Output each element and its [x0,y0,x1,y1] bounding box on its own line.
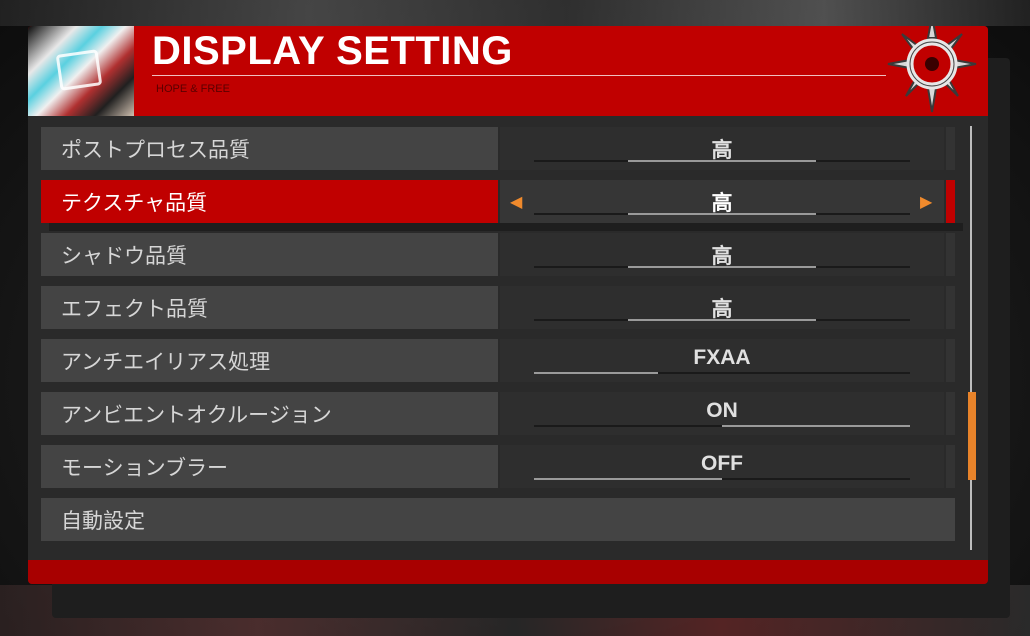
setting-label: ポストプロセス品質 [61,138,250,162]
setting-level-track [534,160,910,162]
background-top [0,0,1030,26]
title-divider [152,75,886,76]
panel-footer [28,560,988,584]
settings-list: ポストプロセス品質 高 テクスチャ品質 ◀ 高 ▶ シャドウ品質 高 エフェクト… [41,127,963,547]
auto-setting-label: 自動設定 [61,509,145,533]
header-artwork [28,26,134,116]
setting-row-post-process[interactable]: ポストプロセス品質 高 [41,127,955,170]
setting-row-antialiasing[interactable]: アンチエイリアス処理 FXAA [41,339,955,382]
setting-value: ON [706,399,738,422]
setting-level-track [534,319,910,321]
scrollbar-track[interactable] [970,126,972,550]
setting-label: テクスチャ品質 [61,191,208,215]
right-arrow-icon[interactable]: ▶ [920,192,932,211]
setting-value: FXAA [693,346,751,369]
setting-row-texture[interactable]: テクスチャ品質 ◀ 高 ▶ [41,180,963,231]
setting-level-track [534,478,910,480]
auto-setting-button[interactable]: 自動設定 [41,498,955,541]
setting-label: アンビエントオクルージョン [61,403,332,427]
crosshair-emblem-icon [887,26,977,113]
setting-value: OFF [701,452,743,475]
setting-row-motion-blur[interactable]: モーションブラー OFF [41,445,955,488]
scrollbar-thumb[interactable] [968,392,976,480]
setting-label: エフェクト品質 [61,297,208,321]
settings-panel: DISPLAY SETTING HOPE & FREE ポストプロセス品質 高 [28,26,988,584]
panel-header: DISPLAY SETTING HOPE & FREE [28,26,988,116]
setting-level-track [534,266,910,268]
page-subtitle: HOPE & FREE [156,83,230,95]
setting-label: シャドウ品質 [61,244,187,268]
setting-row-shadow[interactable]: シャドウ品質 高 [41,233,955,276]
setting-label: モーションブラー [61,456,228,480]
setting-level-track [534,372,910,374]
setting-level-track [534,425,910,427]
page-title: DISPLAY SETTING [152,29,513,73]
setting-level-track [534,213,910,215]
setting-row-effect[interactable]: エフェクト品質 高 [41,286,955,329]
setting-label: アンチエイリアス処理 [61,350,271,374]
setting-row-ambient-occlusion[interactable]: アンビエントオクルージョン ON [41,392,955,435]
